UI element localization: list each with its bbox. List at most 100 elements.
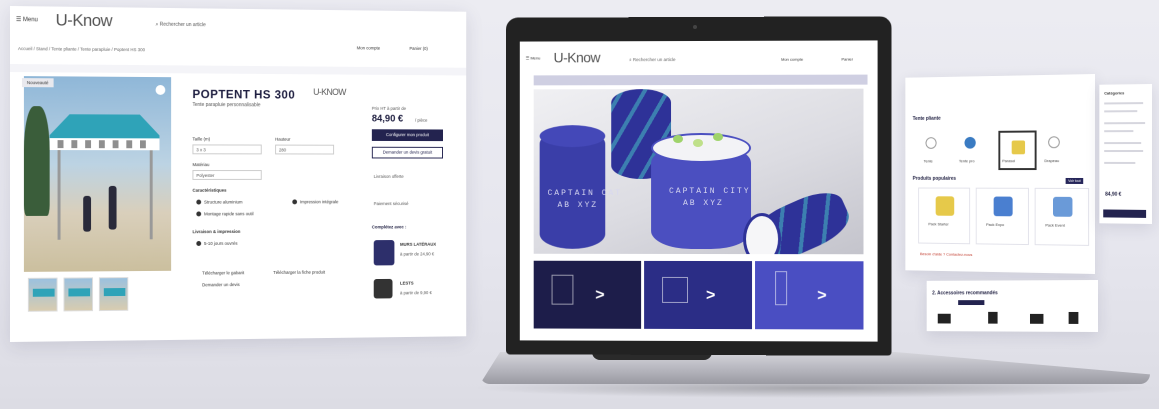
laptop-base <box>480 352 1150 384</box>
promo-card[interactable]: Pack Starter <box>918 187 971 245</box>
pouf-print: CAPTAIN CAT <box>547 188 622 198</box>
configurator-panel: Tente pliante Tente Tente pro Parasol Dr… <box>905 74 1095 274</box>
side-menu-panel: Catégories 84,90 € <box>1099 84 1152 224</box>
download-sheet-link[interactable]: Télécharger la fiche produit <box>273 270 325 275</box>
cart-link[interactable]: Panier <box>841 57 853 62</box>
menu-line[interactable] <box>1104 142 1142 145</box>
accessory-image[interactable] <box>373 240 395 266</box>
pouf-print: CAPTAIN CITY <box>669 186 751 197</box>
help-note[interactable]: Besoin d'aide ? Contactez-nous <box>920 251 972 257</box>
account-link[interactable]: Mon compte <box>781 57 803 62</box>
menu-line[interactable] <box>1104 150 1144 153</box>
menu-line[interactable] <box>1104 122 1146 125</box>
tent-icon[interactable] <box>925 137 937 149</box>
product-image[interactable] <box>23 76 172 272</box>
thumbnail[interactable] <box>27 277 58 312</box>
account-link[interactable]: Mon compte <box>357 45 380 50</box>
tile-outline <box>662 276 689 303</box>
tent-print <box>57 140 152 149</box>
breadcrumb[interactable]: Accueil / Stand / Tente pliante / Tente … <box>18 46 145 52</box>
accessory-price: à partir de 9,90 € <box>400 290 432 296</box>
check-icon <box>196 211 202 217</box>
accessory-thumb[interactable] <box>1029 313 1044 324</box>
arrow-right-icon: > <box>705 287 716 305</box>
accessories-panel: 2. Accessoires recommandés <box>926 280 1098 332</box>
price: 84,90 € <box>371 113 404 125</box>
features-title: Caractéristiques <box>192 187 227 193</box>
feature-item: Impression intégrale <box>292 199 338 205</box>
category-tile[interactable]: > <box>644 260 753 330</box>
accessory-thumb[interactable] <box>1068 311 1079 324</box>
accessories-title: 2. Accessoires recommandés <box>932 290 998 297</box>
material-select[interactable]: Polyester <box>192 170 262 180</box>
menu-button[interactable]: ☰ Menu <box>16 16 38 23</box>
truck-icon <box>196 241 202 247</box>
promo-card-label: Pack Expo <box>986 221 1005 228</box>
arrow-right-icon: > <box>595 286 605 304</box>
price-unit: / pièce <box>414 117 428 123</box>
promo-card-label: Pack Starter <box>928 221 949 227</box>
promo-image <box>935 196 955 216</box>
accessory-thumb[interactable] <box>937 313 951 324</box>
category-tile[interactable]: > <box>533 260 642 329</box>
fruit-decor <box>712 132 723 141</box>
thumbnail[interactable] <box>98 277 129 312</box>
option-label: Taille (m) <box>192 136 211 142</box>
accessory-thumb[interactable] <box>988 311 998 324</box>
flag-icon[interactable] <box>1048 136 1060 149</box>
accessory-title[interactable]: MURS LATÉRAUX <box>400 242 436 247</box>
fruit-decor <box>673 135 684 144</box>
quote-link[interactable]: Demander un devis <box>202 282 240 287</box>
request-quote-button[interactable]: Demander un devis gratuit <box>371 146 443 159</box>
tent-pro-icon[interactable] <box>964 136 976 149</box>
tent-leg <box>57 150 61 240</box>
category-tile[interactable]: > <box>755 261 864 330</box>
camera-icon <box>693 25 698 30</box>
check-icon <box>292 199 298 205</box>
site-logo[interactable]: U-Know <box>554 49 601 65</box>
menu-button[interactable]: ☰ Menu <box>526 55 541 60</box>
laptop-bezel: ☰ Menu U-Know ⌕ Rechercher un article Mo… <box>505 16 892 356</box>
option-label: Hauteur <box>275 136 291 142</box>
search-placeholder: Rechercher un article <box>159 21 206 29</box>
person-figure <box>83 195 92 232</box>
category-card-selected[interactable] <box>998 130 1037 171</box>
cart-link[interactable]: Panier (0) <box>409 46 427 51</box>
category-label: Tente <box>923 158 933 164</box>
tab-indicator[interactable] <box>958 300 985 306</box>
thumbnail[interactable] <box>63 277 94 312</box>
accessory-title[interactable]: LESTS <box>400 281 414 286</box>
tile-outline <box>551 274 574 305</box>
accessory-image[interactable] <box>373 278 393 299</box>
download-template-link[interactable]: Télécharger le gabarit <box>202 270 244 275</box>
category-label: Parasol <box>1002 158 1016 164</box>
menu-line[interactable] <box>1104 110 1138 113</box>
shipping-note: Livraison offerte <box>373 174 404 179</box>
nav-bar[interactable] <box>533 74 868 86</box>
search-input[interactable]: ⌕ Rechercher un article <box>629 57 675 62</box>
site-logo[interactable]: U-Know <box>56 11 113 32</box>
size-select[interactable]: 3 x 3 <box>192 144 262 155</box>
hero-banner[interactable]: CAPTAIN CAT AB XYZ CAPTAIN CITY AB XYZ <box>533 88 864 255</box>
promo-card[interactable]: Pack Event <box>1034 187 1090 246</box>
configure-button[interactable]: Configurer mon produit <box>371 129 443 142</box>
menu-line[interactable] <box>1104 102 1144 105</box>
promo-image <box>1053 196 1073 217</box>
tile-outline <box>775 271 788 306</box>
height-select[interactable]: 280 <box>275 144 335 155</box>
see-all-button[interactable]: Voir tout <box>1065 177 1084 184</box>
promo-card[interactable]: Pack Expo <box>975 187 1029 246</box>
site-header: ☰ Menu U-Know ⌕ Rechercher un article <box>10 6 466 41</box>
favorite-icon[interactable] <box>155 84 166 95</box>
menu-line[interactable] <box>1104 161 1136 164</box>
search-input[interactable]: ⌕ Rechercher un article <box>156 22 206 28</box>
product-subtitle: Tente parapluie personnalisable <box>192 101 261 109</box>
side-menu-title: Catégories <box>1104 90 1125 96</box>
add-to-cart-button[interactable] <box>1103 209 1147 218</box>
menu-line[interactable] <box>1104 130 1134 133</box>
category-tiles: > > > <box>533 260 864 332</box>
side-price: 84,90 € <box>1105 191 1122 198</box>
category-label: Drapeau <box>1044 158 1060 164</box>
delivery-title: Livraison & impression <box>192 229 241 235</box>
tree-shape <box>23 106 50 216</box>
